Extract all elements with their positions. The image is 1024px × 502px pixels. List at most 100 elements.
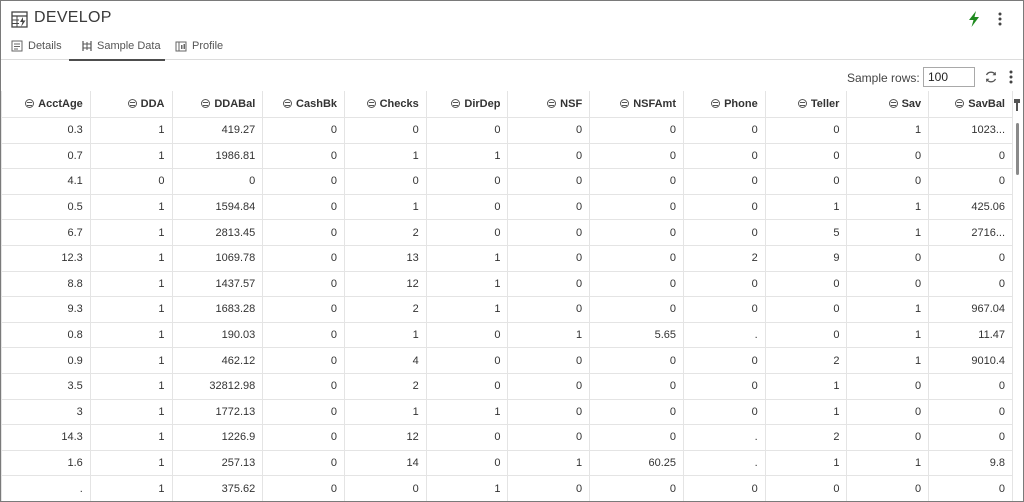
table-cell[interactable]: 0 — [589, 244, 684, 272]
more-options-icon[interactable] — [1006, 69, 1016, 85]
table-cell[interactable]: 0 — [507, 193, 591, 221]
table-cell[interactable]: 0 — [425, 168, 509, 195]
table-cell[interactable]: 0 — [846, 424, 930, 451]
column-header[interactable]: DirDep — [425, 91, 509, 118]
column-handle-icon[interactable] — [1014, 99, 1020, 111]
table-cell[interactable]: 0 — [764, 168, 848, 195]
table-cell[interactable]: 0.5 — [1, 193, 91, 221]
table-cell[interactable]: 0 — [507, 424, 591, 451]
table-cell[interactable]: 425.06 — [928, 193, 1013, 221]
table-cell[interactable]: 1 — [425, 475, 509, 501]
table-cell[interactable]: 0 — [89, 168, 173, 195]
more-options-icon[interactable] — [994, 10, 1006, 28]
table-cell[interactable]: 0 — [425, 449, 509, 477]
table-cell[interactable]: 0 — [262, 270, 346, 298]
table-cell[interactable]: 1 — [89, 142, 173, 170]
table-cell[interactable]: 1 — [425, 296, 509, 323]
refresh-icon[interactable] — [984, 70, 998, 84]
table-cell[interactable]: 12 — [344, 424, 427, 451]
table-cell[interactable]: 0 — [507, 219, 591, 246]
table-cell[interactable]: 0 — [425, 117, 509, 144]
table-cell[interactable]: 1 — [846, 347, 930, 374]
table-cell[interactable]: 0 — [425, 347, 509, 374]
table-cell[interactable]: 1 — [89, 270, 173, 298]
table-cell[interactable]: 375.62 — [171, 475, 264, 501]
table-cell[interactable]: 2 — [344, 372, 427, 400]
table-cell[interactable]: 0 — [928, 244, 1013, 272]
table-cell[interactable]: 0 — [764, 270, 848, 298]
column-header[interactable]: DDABal — [171, 91, 264, 118]
table-cell[interactable]: 0 — [683, 117, 766, 144]
table-cell[interactable]: 1437.57 — [171, 270, 264, 298]
table-cell[interactable]: 0 — [262, 347, 346, 374]
table-cell[interactable]: 0 — [928, 270, 1013, 298]
table-cell[interactable]: 0 — [507, 475, 591, 501]
table-cell[interactable]: 1 — [89, 244, 173, 272]
table-cell[interactable]: 0 — [683, 142, 766, 170]
column-header[interactable]: DDA — [89, 91, 173, 118]
table-cell[interactable]: 0 — [846, 398, 930, 426]
table-cell[interactable]: 1.6 — [1, 449, 91, 477]
table-cell[interactable]: 0 — [683, 270, 766, 298]
table-cell[interactable]: 2 — [344, 219, 427, 246]
table-cell[interactable]: 12 — [344, 270, 427, 298]
table-cell[interactable]: 32812.98 — [171, 372, 264, 400]
table-cell[interactable]: 60.25 — [589, 449, 684, 477]
table-cell[interactable]: 0.8 — [1, 321, 91, 349]
table-cell[interactable]: 0 — [589, 117, 684, 144]
table-cell[interactable]: 0 — [928, 372, 1013, 400]
table-cell[interactable]: 0 — [262, 117, 346, 144]
table-cell[interactable]: 0 — [683, 219, 766, 246]
table-cell[interactable]: 0 — [683, 372, 766, 400]
table-cell[interactable]: 2813.45 — [171, 219, 264, 246]
table-cell[interactable]: 2 — [344, 296, 427, 323]
table-cell[interactable]: 1023... — [928, 117, 1013, 144]
table-cell[interactable]: 2 — [683, 244, 766, 272]
column-header[interactable]: CashBk — [262, 91, 346, 118]
table-cell[interactable]: 0 — [683, 296, 766, 323]
table-cell[interactable]: 1 — [344, 193, 427, 221]
table-cell[interactable]: 0 — [928, 424, 1013, 451]
table-cell[interactable]: 1 — [89, 398, 173, 426]
column-header[interactable]: Sav — [846, 91, 930, 118]
table-cell[interactable]: 5 — [764, 219, 848, 246]
column-header[interactable]: AcctAge — [1, 91, 91, 118]
table-cell[interactable]: 1 — [764, 398, 848, 426]
table-cell[interactable]: 1 — [89, 449, 173, 477]
table-cell[interactable]: . — [683, 449, 766, 477]
table-cell[interactable]: 3.5 — [1, 372, 91, 400]
table-cell[interactable]: 1 — [507, 321, 591, 349]
run-bolt-icon[interactable] — [967, 11, 981, 27]
table-cell[interactable]: 0 — [846, 270, 930, 298]
table-cell[interactable]: 0 — [262, 142, 346, 170]
table-cell[interactable]: 0 — [683, 193, 766, 221]
table-cell[interactable]: 4.1 — [1, 168, 91, 195]
table-cell[interactable]: 1986.81 — [171, 142, 264, 170]
table-cell[interactable]: 0 — [589, 372, 684, 400]
table-cell[interactable]: 0 — [589, 142, 684, 170]
table-cell[interactable]: 2716... — [928, 219, 1013, 246]
table-cell[interactable]: 1 — [846, 449, 930, 477]
table-cell[interactable]: 0 — [507, 347, 591, 374]
table-cell[interactable]: 0 — [846, 475, 930, 501]
table-cell[interactable]: . — [1, 475, 91, 501]
column-header[interactable]: NSF — [507, 91, 591, 118]
sample-rows-input[interactable] — [923, 67, 975, 87]
table-cell[interactable]: 967.04 — [928, 296, 1013, 323]
table-cell[interactable]: 1 — [425, 398, 509, 426]
table-cell[interactable]: 1 — [507, 449, 591, 477]
table-cell[interactable]: 1 — [89, 424, 173, 451]
tab-sample-data[interactable]: Sample Data — [69, 37, 165, 61]
table-cell[interactable]: 1 — [846, 193, 930, 221]
table-cell[interactable]: 0 — [262, 449, 346, 477]
table-cell[interactable]: 12.3 — [1, 244, 91, 272]
table-cell[interactable]: 0 — [425, 321, 509, 349]
table-cell[interactable]: 419.27 — [171, 117, 264, 144]
column-header[interactable]: NSFAmt — [589, 91, 684, 118]
table-cell[interactable]: . — [683, 424, 766, 451]
table-cell[interactable]: 1 — [764, 449, 848, 477]
table-cell[interactable]: 2 — [764, 347, 848, 374]
table-cell[interactable]: 1 — [425, 244, 509, 272]
table-cell[interactable]: 0 — [344, 168, 427, 195]
table-cell[interactable]: 0 — [344, 475, 427, 501]
